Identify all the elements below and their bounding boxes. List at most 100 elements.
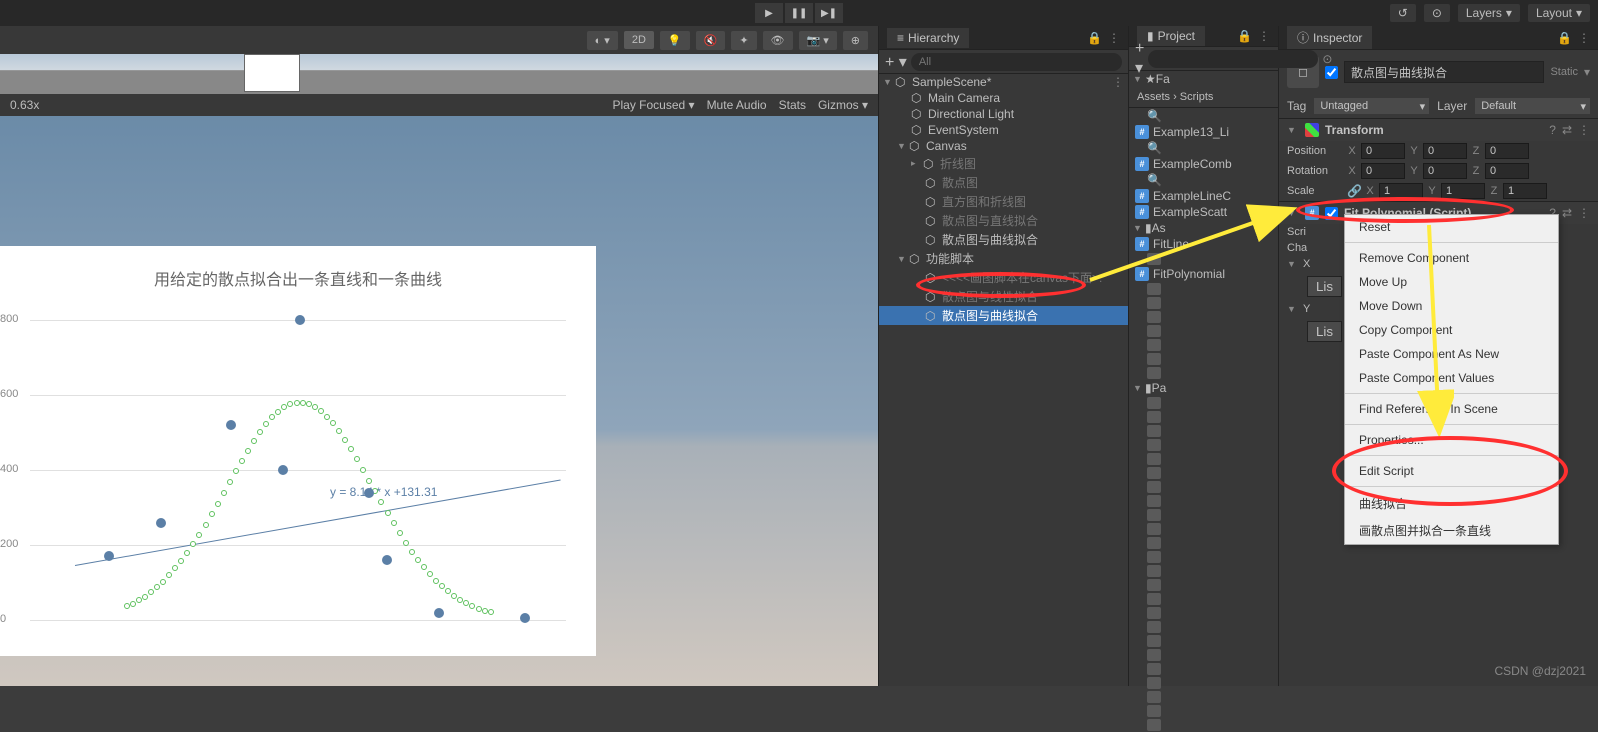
- hierarchy-item-scatter-curve-fit[interactable]: ⬡散点图与曲线拟合: [879, 230, 1128, 249]
- undo-history-button[interactable]: ↺: [1390, 4, 1416, 22]
- scene-root[interactable]: ▼⬡SampleScene*⋮: [879, 74, 1128, 90]
- stats-toggle[interactable]: Stats: [779, 98, 806, 112]
- panel-menu-icon[interactable]: ⋮: [1108, 31, 1120, 45]
- component-menu-icon[interactable]: ⋮: [1578, 123, 1590, 137]
- hierarchy-tab[interactable]: ≡ Hierarchy: [887, 28, 969, 48]
- audio-toggle[interactable]: 🔇: [696, 31, 726, 50]
- scale-y[interactable]: [1441, 183, 1485, 199]
- script-example-combo[interactable]: #ExampleComb: [1129, 156, 1278, 172]
- char-field-label: Cha: [1287, 242, 1343, 254]
- timeline-strip: [0, 54, 878, 94]
- play-focused-dropdown[interactable]: Play Focused ▾: [613, 98, 695, 112]
- play-button[interactable]: ▶: [755, 3, 783, 23]
- rotation-x[interactable]: [1361, 163, 1405, 179]
- layout-dropdown[interactable]: Layout ▾: [1528, 4, 1590, 22]
- position-z[interactable]: [1485, 143, 1529, 159]
- hierarchy-item-line-chart[interactable]: ▸⬡折线图: [879, 154, 1128, 173]
- menu-scatter-line-fit[interactable]: 画散点图并拟合一条直线: [1345, 517, 1558, 544]
- hierarchy-item-linear-fit[interactable]: ⬡散点图与线性拟合: [879, 287, 1128, 306]
- object-name-input[interactable]: [1344, 61, 1544, 83]
- project-menu-icon[interactable]: ⋮: [1258, 29, 1270, 43]
- rotation-y[interactable]: [1423, 163, 1467, 179]
- panel-lock-icon[interactable]: 🔒: [1087, 31, 1102, 45]
- position-x[interactable]: [1361, 143, 1405, 159]
- hierarchy-item-scatter[interactable]: ⬡散点图: [879, 173, 1128, 192]
- script-fit-polynomial[interactable]: #FitPolynomial: [1129, 266, 1278, 282]
- preset-icon[interactable]: ⇄: [1562, 123, 1572, 137]
- inspector-menu-icon[interactable]: ⋮: [1578, 31, 1590, 45]
- tag-dropdown[interactable]: Untagged ▾: [1314, 98, 1429, 114]
- hierarchy-item-canvas[interactable]: ▼⬡Canvas: [879, 138, 1128, 154]
- lighting-toggle[interactable]: 💡: [660, 31, 690, 50]
- project-lock-icon[interactable]: 🔒: [1237, 29, 1252, 43]
- project-search-1[interactable]: 🔍: [1129, 108, 1278, 124]
- draw-mode-dropdown[interactable]: ◐ ▾: [587, 31, 618, 50]
- inspector-tab[interactable]: ⓘ Inspector: [1287, 26, 1372, 49]
- hierarchy-item-function-scripts[interactable]: ▼⬡功能脚本: [879, 249, 1128, 268]
- rotation-z[interactable]: [1485, 163, 1529, 179]
- scale-z[interactable]: [1503, 183, 1547, 199]
- menu-properties[interactable]: Properties...: [1345, 428, 1558, 452]
- mute-audio-toggle[interactable]: Mute Audio: [707, 98, 767, 112]
- menu-paste-values[interactable]: Paste Component Values: [1345, 366, 1558, 390]
- hierarchy-item-histogram[interactable]: ⬡直方图和折线图: [879, 192, 1128, 211]
- project-search-input[interactable]: [1148, 50, 1318, 68]
- hidden-toggle[interactable]: 👁: [763, 31, 793, 50]
- project-search-3[interactable]: 🔍: [1129, 172, 1278, 188]
- menu-copy-component[interactable]: Copy Component: [1345, 318, 1558, 342]
- pause-button[interactable]: ❚❚: [785, 3, 813, 23]
- menu-edit-script[interactable]: Edit Script: [1345, 459, 1558, 483]
- fit-equation: y = 8.14 * x +131.31: [330, 485, 437, 499]
- inspector-lock-icon[interactable]: 🔒: [1557, 31, 1572, 45]
- layers-dropdown[interactable]: Layers ▾: [1458, 4, 1520, 22]
- 2d-toggle[interactable]: 2D: [624, 31, 654, 49]
- scale-x[interactable]: [1379, 183, 1423, 199]
- y-list-empty[interactable]: Lis: [1307, 321, 1342, 342]
- menu-reset[interactable]: Reset: [1345, 215, 1558, 239]
- create-dropdown[interactable]: + ▾: [885, 52, 907, 72]
- menu-move-down[interactable]: Move Down: [1345, 294, 1558, 318]
- project-breadcrumb[interactable]: Assets › Scripts: [1129, 87, 1278, 108]
- position-y[interactable]: [1423, 143, 1467, 159]
- menu-move-up[interactable]: Move Up: [1345, 270, 1558, 294]
- x-list-empty[interactable]: Lis: [1307, 276, 1342, 297]
- layer-dropdown[interactable]: Default ▾: [1475, 98, 1590, 114]
- gizmo-dropdown[interactable]: ⊕: [843, 31, 868, 50]
- hierarchy-item-script-note[interactable]: ⬡<<<<画图脚本在canvas下面>:: [879, 268, 1128, 287]
- static-dropdown[interactable]: ▾: [1584, 65, 1590, 79]
- camera-dropdown[interactable]: 📷 ▾: [799, 31, 837, 50]
- script-example13[interactable]: #Example13_Li: [1129, 124, 1278, 140]
- project-filter-icon[interactable]: ⊙: [1322, 52, 1332, 66]
- favorites-folder[interactable]: ▼★ Fa: [1129, 71, 1278, 87]
- step-button[interactable]: ▶❚: [815, 3, 843, 23]
- menu-curve-fit[interactable]: 曲线拟合: [1345, 490, 1558, 517]
- assets-folder[interactable]: ▼▮ As: [1129, 220, 1278, 236]
- menu-find-references[interactable]: Find References In Scene: [1345, 397, 1558, 421]
- game-view[interactable]: 用给定的散点拟合出一条直线和一条曲线 y = 8.14 * x +131.31 …: [0, 116, 878, 686]
- script-example-scatter[interactable]: #ExampleScatt: [1129, 204, 1278, 220]
- script-fit-line[interactable]: #FitLine: [1129, 236, 1278, 252]
- component-enabled-checkbox[interactable]: [1325, 207, 1338, 220]
- hierarchy-search-input[interactable]: [911, 53, 1122, 71]
- active-checkbox[interactable]: [1325, 66, 1338, 79]
- project-search-2[interactable]: 🔍: [1129, 140, 1278, 156]
- timeline[interactable]: [0, 54, 878, 94]
- scale-link-icon[interactable]: 🔗: [1347, 184, 1361, 198]
- hierarchy-item-main-camera[interactable]: ⬡Main Camera: [879, 90, 1128, 106]
- help-icon[interactable]: ?: [1549, 123, 1556, 137]
- fx-toggle[interactable]: ✦: [731, 31, 756, 50]
- project-tab[interactable]: ▮ Project: [1137, 26, 1205, 46]
- menu-paste-as-new[interactable]: Paste Component As New: [1345, 342, 1558, 366]
- gizmos-dropdown[interactable]: Gizmos ▾: [818, 98, 868, 112]
- global-search-button[interactable]: ⊙: [1424, 4, 1450, 22]
- timeline-thumbnail[interactable]: [244, 54, 300, 92]
- menu-remove-component[interactable]: Remove Component: [1345, 246, 1558, 270]
- hierarchy-item-directional-light[interactable]: ⬡Directional Light: [879, 106, 1128, 122]
- folder-1[interactable]: [1129, 252, 1278, 266]
- transform-header[interactable]: ▼ Transform ? ⇄ ⋮: [1279, 119, 1598, 141]
- hierarchy-item-scatter-line-fit[interactable]: ⬡散点图与直线拟合: [879, 211, 1128, 230]
- packages-folder[interactable]: ▼▮ Pa: [1129, 380, 1278, 396]
- hierarchy-item-curve-fit-selected[interactable]: ⬡散点图与曲线拟合: [879, 306, 1128, 325]
- hierarchy-item-event-system[interactable]: ⬡EventSystem: [879, 122, 1128, 138]
- script-example-line[interactable]: #ExampleLineC: [1129, 188, 1278, 204]
